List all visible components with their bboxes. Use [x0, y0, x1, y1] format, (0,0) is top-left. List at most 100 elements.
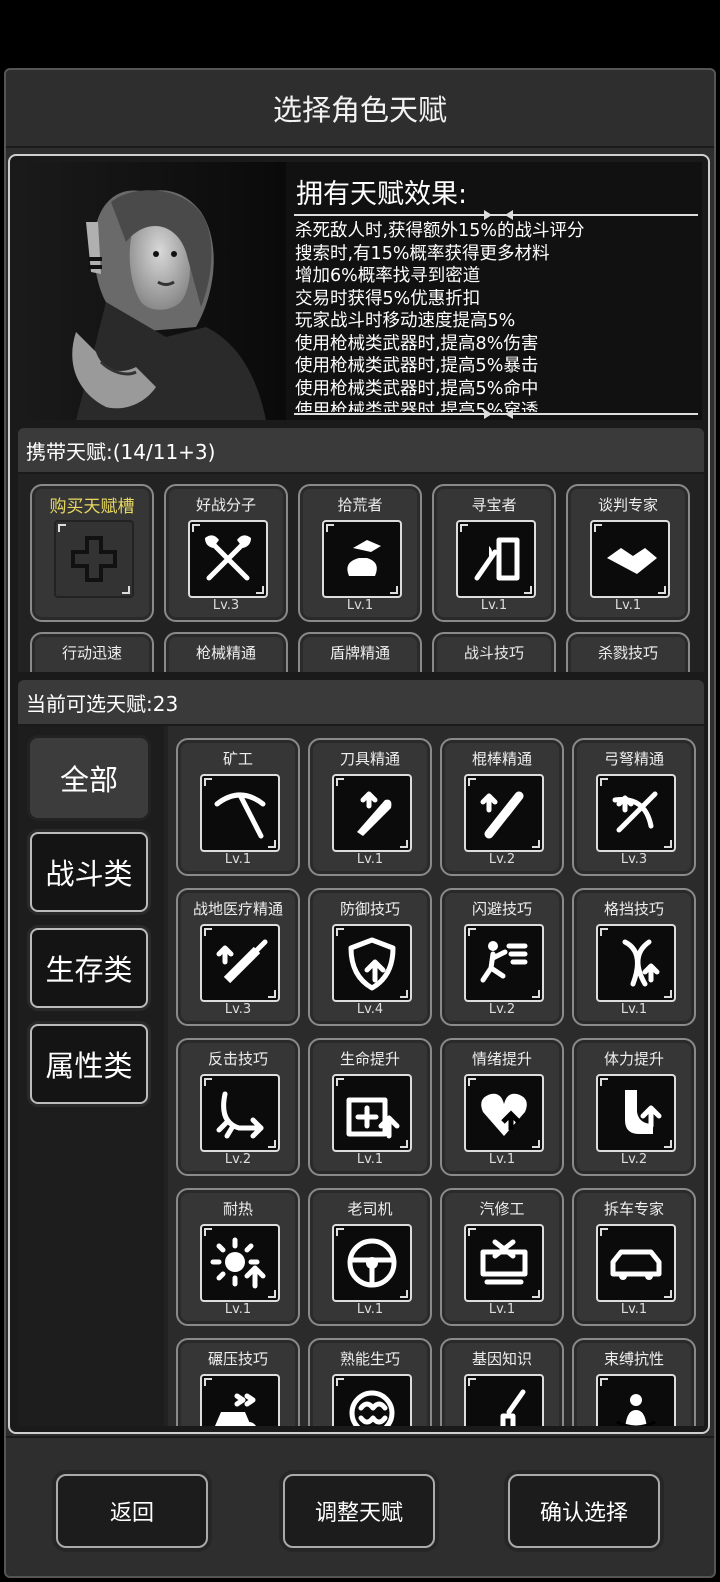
talent-card[interactable]: 情绪提升 Lv.1 — [440, 1038, 564, 1176]
carried-header: 携带天赋:(14/11+3) — [18, 428, 704, 472]
talent-name: 基因知识 — [471, 1350, 532, 1368]
talent-card[interactable]: 闪避技巧 Lv.2 — [440, 888, 564, 1026]
talent-level: Lv.1 — [224, 1302, 252, 1317]
crossbow-icon — [596, 774, 676, 852]
gene-icon — [464, 1374, 544, 1426]
confirm-button[interactable]: 确认选择 — [508, 1474, 660, 1548]
talent-level: Lv.1 — [614, 598, 642, 613]
talent-card[interactable]: 盾牌精通 — [298, 632, 422, 672]
handshake-icon — [590, 520, 670, 598]
talent-card[interactable]: 好战分子 Lv.3 — [164, 484, 288, 622]
restraint-icon — [596, 1374, 676, 1426]
talent-card[interactable]: 防御技巧 Lv.4 — [308, 888, 432, 1026]
brain-icon — [332, 1374, 412, 1426]
talent-level: Lv.1 — [620, 1302, 648, 1317]
club-icon — [464, 774, 544, 852]
talent-name: 耐热 — [222, 1200, 253, 1218]
talent-card[interactable]: 格挡技巧 Lv.1 — [572, 888, 696, 1026]
talent-card[interactable]: 弓弩精通 Lv.3 — [572, 738, 696, 876]
talent-card[interactable]: 棍棒精通 Lv.2 — [440, 738, 564, 876]
talent-card[interactable]: 基因知识 — [440, 1338, 564, 1426]
talent-name: 刀具精通 — [339, 750, 400, 768]
talent-card[interactable]: 反击技巧 Lv.2 — [176, 1038, 300, 1176]
divider — [294, 210, 698, 220]
talent-card[interactable]: 生命提升 Lv.1 — [308, 1038, 432, 1176]
talent-grid: 矿工 Lv.1 刀具精通 Lv.1 棍棒精通 Lv.2 弓弩精通 Lv.3 战地医疗精通 Lv.3… — [168, 726, 704, 1426]
category-tab[interactable]: 生存类 — [30, 928, 148, 1008]
medkit-icon — [332, 1074, 412, 1152]
talent-name: 束缚抗性 — [603, 1350, 664, 1368]
talent-level: Lv.1 — [346, 598, 374, 613]
talent-card[interactable]: 束缚抗性 — [572, 1338, 696, 1426]
scavenger-bag-icon — [322, 520, 402, 598]
main-panel: 拥有天赋效果: 杀死敌人时,获得额外15%的战斗评分 搜索时,有15%概率获得更多… — [8, 154, 710, 1434]
knife-icon — [332, 774, 412, 852]
effect-line: 交易时获得5%优惠折扣 — [295, 288, 481, 309]
talent-card[interactable]: 枪械精通 — [164, 632, 288, 672]
add-slot-icon — [54, 520, 134, 598]
talent-card[interactable]: 战斗技巧 — [432, 632, 556, 672]
talent-name: 战地医疗精通 — [192, 900, 283, 918]
carried-talents: 购买天赋槽 好战分子 Lv.3 拾荒者 Lv.1 寻宝者 Lv.1 谈判专家 Lv.1 行动迅速 枪… — [18, 474, 704, 672]
effect-line: 使用枪械类武器时,提高5%命中 — [295, 378, 539, 399]
talent-card[interactable]: 熟能生巧 — [308, 1338, 432, 1426]
talent-name: 体力提升 — [603, 1050, 664, 1068]
talent-card[interactable]: 矿工 Lv.1 — [176, 738, 300, 876]
divider — [6, 1436, 714, 1438]
talent-name: 购买天赋槽 — [49, 497, 135, 517]
talent-card[interactable]: 刀具精通 Lv.1 — [308, 738, 432, 876]
talent-card[interactable]: 拆车专家 Lv.1 — [572, 1188, 696, 1326]
talent-name: 好战分子 — [195, 496, 256, 514]
dodge-icon — [464, 924, 544, 1002]
talent-card[interactable]: 老司机 Lv.1 — [308, 1188, 432, 1326]
divider — [6, 146, 714, 148]
talent-level: Lv.2 — [620, 1152, 648, 1167]
talent-card[interactable]: 行动迅速 — [30, 632, 154, 672]
talent-name: 矿工 — [222, 750, 253, 768]
adjust-talents-button[interactable]: 调整天赋 — [283, 1474, 435, 1548]
talent-card[interactable]: 体力提升 Lv.2 — [572, 1038, 696, 1176]
block-icon — [596, 924, 676, 1002]
talent-card[interactable]: 汽修工 Lv.1 — [440, 1188, 564, 1326]
talent-name: 战斗技巧 — [463, 644, 524, 662]
divider — [294, 409, 698, 419]
talent-name: 生命提升 — [339, 1050, 400, 1068]
talent-level: Lv.1 — [488, 1152, 516, 1167]
talent-name: 防御技巧 — [339, 900, 400, 918]
talent-card[interactable]: 碾压技巧 — [176, 1338, 300, 1426]
talent-card[interactable]: 杀戮技巧 — [566, 632, 690, 672]
talent-card[interactable]: 购买天赋槽 — [30, 484, 154, 622]
available-header: 当前可选天赋:23 — [18, 680, 704, 724]
talent-level: Lv.1 — [620, 1002, 648, 1017]
talent-card[interactable]: 谈判专家 Lv.1 — [566, 484, 690, 622]
talent-name: 行动迅速 — [61, 644, 122, 662]
talent-level: Lv.3 — [212, 598, 240, 613]
talent-card[interactable]: 耐热 Lv.1 — [176, 1188, 300, 1326]
talent-level: Lv.1 — [480, 598, 508, 613]
talent-level: Lv.2 — [488, 852, 516, 867]
syringe-icon — [200, 924, 280, 1002]
talent-name: 棍棒精通 — [471, 750, 532, 768]
talent-level: Lv.2 — [488, 1002, 516, 1017]
talent-name: 反击技巧 — [207, 1050, 268, 1068]
talent-name: 汽修工 — [479, 1200, 525, 1218]
mechanic-icon — [464, 1224, 544, 1302]
stamina-icon — [596, 1074, 676, 1152]
talent-name: 情绪提升 — [471, 1050, 532, 1068]
talent-card[interactable]: 战地医疗精通 Lv.3 — [176, 888, 300, 1026]
category-tab[interactable]: 属性类 — [30, 1024, 148, 1104]
effects-panel: 拥有天赋效果: 杀死敌人时,获得额外15%的战斗评分 搜索时,有15%概率获得更多… — [16, 162, 702, 420]
talent-level: Lv.2 — [224, 1152, 252, 1167]
talent-name: 谈判专家 — [597, 496, 658, 514]
category-tab[interactable]: 全部 — [30, 738, 148, 818]
talent-level: Lv.1 — [488, 1302, 516, 1317]
available-talents: 全部 战斗类 生存类 属性类 矿工 Lv.1 刀具精通 Lv.1 棍棒精通 Lv.2 弓弩精通 Lv… — [18, 726, 704, 1426]
talent-card[interactable]: 拾荒者 Lv.1 — [298, 484, 422, 622]
back-button[interactable]: 返回 — [56, 1474, 208, 1548]
treasure-hunter-icon — [456, 520, 536, 598]
steering-wheel-icon — [332, 1224, 412, 1302]
effects-list: 杀死敌人时,获得额外15%的战斗评分 搜索时,有15%概率获得更多材料 增加6%概率… — [295, 220, 695, 412]
talent-name: 寻宝者 — [471, 496, 517, 514]
category-tab[interactable]: 战斗类 — [30, 832, 148, 912]
talent-card[interactable]: 寻宝者 Lv.1 — [432, 484, 556, 622]
